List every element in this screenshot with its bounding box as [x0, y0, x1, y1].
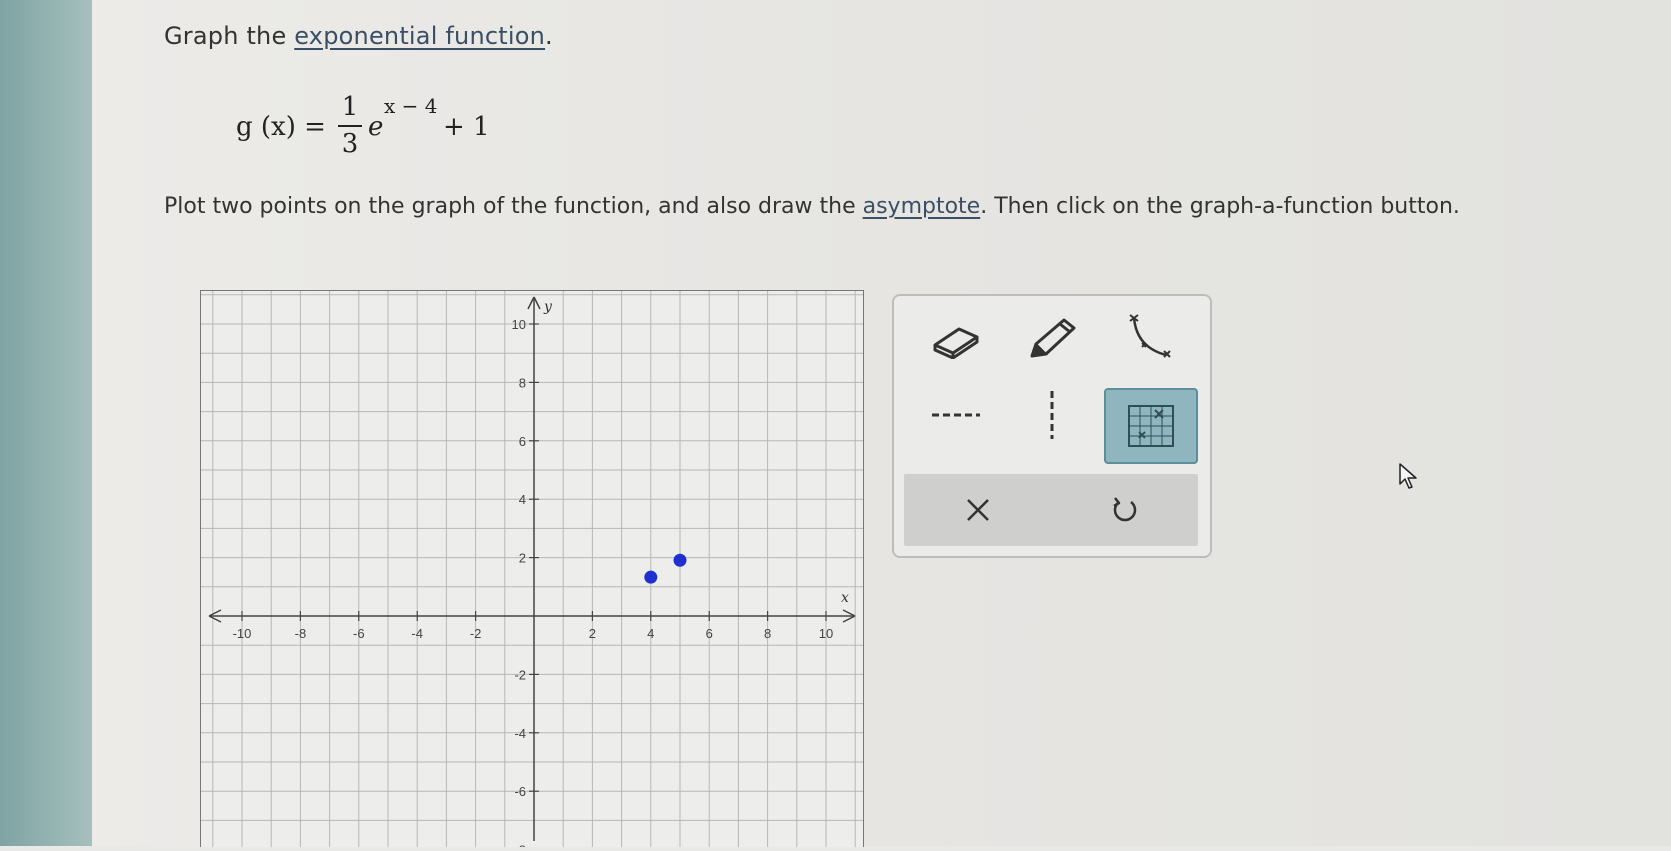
clear-button[interactable]: [904, 474, 1051, 546]
plotted-point[interactable]: [644, 570, 658, 584]
horizontal-asymptote-tool[interactable]: [912, 380, 1000, 450]
undo-icon: [1112, 497, 1136, 522]
x-tick-label: -8: [295, 626, 307, 641]
tick-labels: x y -10 -8 -6 -4 -2 2 4 6 8 10 10 8 6 4 2 -2 -4 -6 -8: [233, 299, 849, 851]
x-tick-label: -10: [233, 626, 252, 641]
x-tick-label: 2: [589, 626, 596, 641]
x-tick-label: -2: [470, 626, 482, 641]
y-tick-label: -2: [514, 667, 526, 682]
x-tick-label: 10: [819, 626, 833, 641]
undo-button[interactable]: [1051, 474, 1198, 546]
y-axis-label: y: [543, 299, 553, 315]
instruction-part-1: Plot two points on the graph of the func…: [164, 194, 863, 219]
horizontal-dashed-line-icon: [932, 413, 980, 417]
formula-lhs: g (x) =: [236, 112, 326, 142]
left-margin-strip: [0, 0, 92, 846]
function-formula: g (x) = 1 3 e x − 4 + 1: [236, 92, 496, 162]
pencil-tool[interactable]: [1008, 304, 1096, 374]
x-tick-label: -6: [353, 626, 365, 641]
exponential-curve-tool[interactable]: [1104, 304, 1192, 374]
pencil-icon: [1030, 318, 1076, 358]
graph-a-function-button[interactable]: [1104, 388, 1198, 464]
mouse-cursor-icon: [1398, 462, 1420, 494]
y-tick-label: 2: [519, 551, 526, 566]
grid-lines: [201, 291, 863, 851]
x-tick-label: -4: [411, 626, 423, 641]
vertical-asymptote-tool[interactable]: [1008, 380, 1096, 450]
vertical-dashed-line-icon: [1050, 391, 1054, 439]
x-tick-label: 6: [706, 626, 713, 641]
plotted-point[interactable]: [673, 553, 687, 567]
exponential-curve-icon: [1129, 314, 1171, 358]
eraser-icon: [933, 327, 979, 359]
graph-svg[interactable]: x y -10 -8 -6 -4 -2 2 4 6 8 10 10 8 6 4 2 -2 -4 -6 -8: [201, 291, 863, 851]
formula-exponent: x − 4: [384, 94, 438, 118]
graph-function-icon: [1128, 405, 1174, 447]
fraction-denominator: 3: [341, 129, 359, 159]
graph-canvas[interactable]: x y -10 -8 -6 -4 -2 2 4 6 8 10 10 8 6 4 2 -2 -4 -6 -8: [200, 290, 864, 851]
exponential-function-link[interactable]: exponential function: [294, 22, 545, 50]
y-tick-label: 6: [519, 434, 526, 449]
title-period: .: [545, 22, 553, 50]
fraction-numerator: 1: [341, 92, 359, 122]
y-tick-label: -8: [514, 843, 526, 847]
instruction-text: Plot two points on the graph of the func…: [164, 194, 1460, 219]
y-tick-label: 10: [512, 317, 526, 332]
title-text: Graph the: [164, 22, 295, 50]
x-tick-label: 4: [647, 626, 654, 641]
y-tick-label: 8: [519, 375, 526, 390]
x-tick-label: 8: [764, 626, 771, 641]
asymptote-link[interactable]: asymptote: [863, 194, 981, 219]
y-tick-label: -4: [514, 726, 526, 741]
fraction-bar: [338, 125, 362, 127]
formula-fraction: 1 3: [338, 92, 362, 159]
formula-constant: + 1: [443, 112, 490, 142]
clear-x-icon: [966, 499, 989, 521]
question-title: Graph the exponential function.: [164, 22, 553, 50]
graphing-toolbox: [892, 294, 1212, 558]
y-tick-label: -6: [514, 784, 526, 799]
eraser-tool[interactable]: [912, 304, 1000, 374]
formula-base: e: [368, 112, 384, 142]
instruction-part-2: . Then click on the graph-a-function but…: [980, 194, 1460, 219]
axes: [208, 296, 856, 851]
x-axis-label: x: [841, 590, 849, 606]
y-tick-label: 4: [519, 492, 526, 507]
action-bar: [904, 474, 1198, 546]
